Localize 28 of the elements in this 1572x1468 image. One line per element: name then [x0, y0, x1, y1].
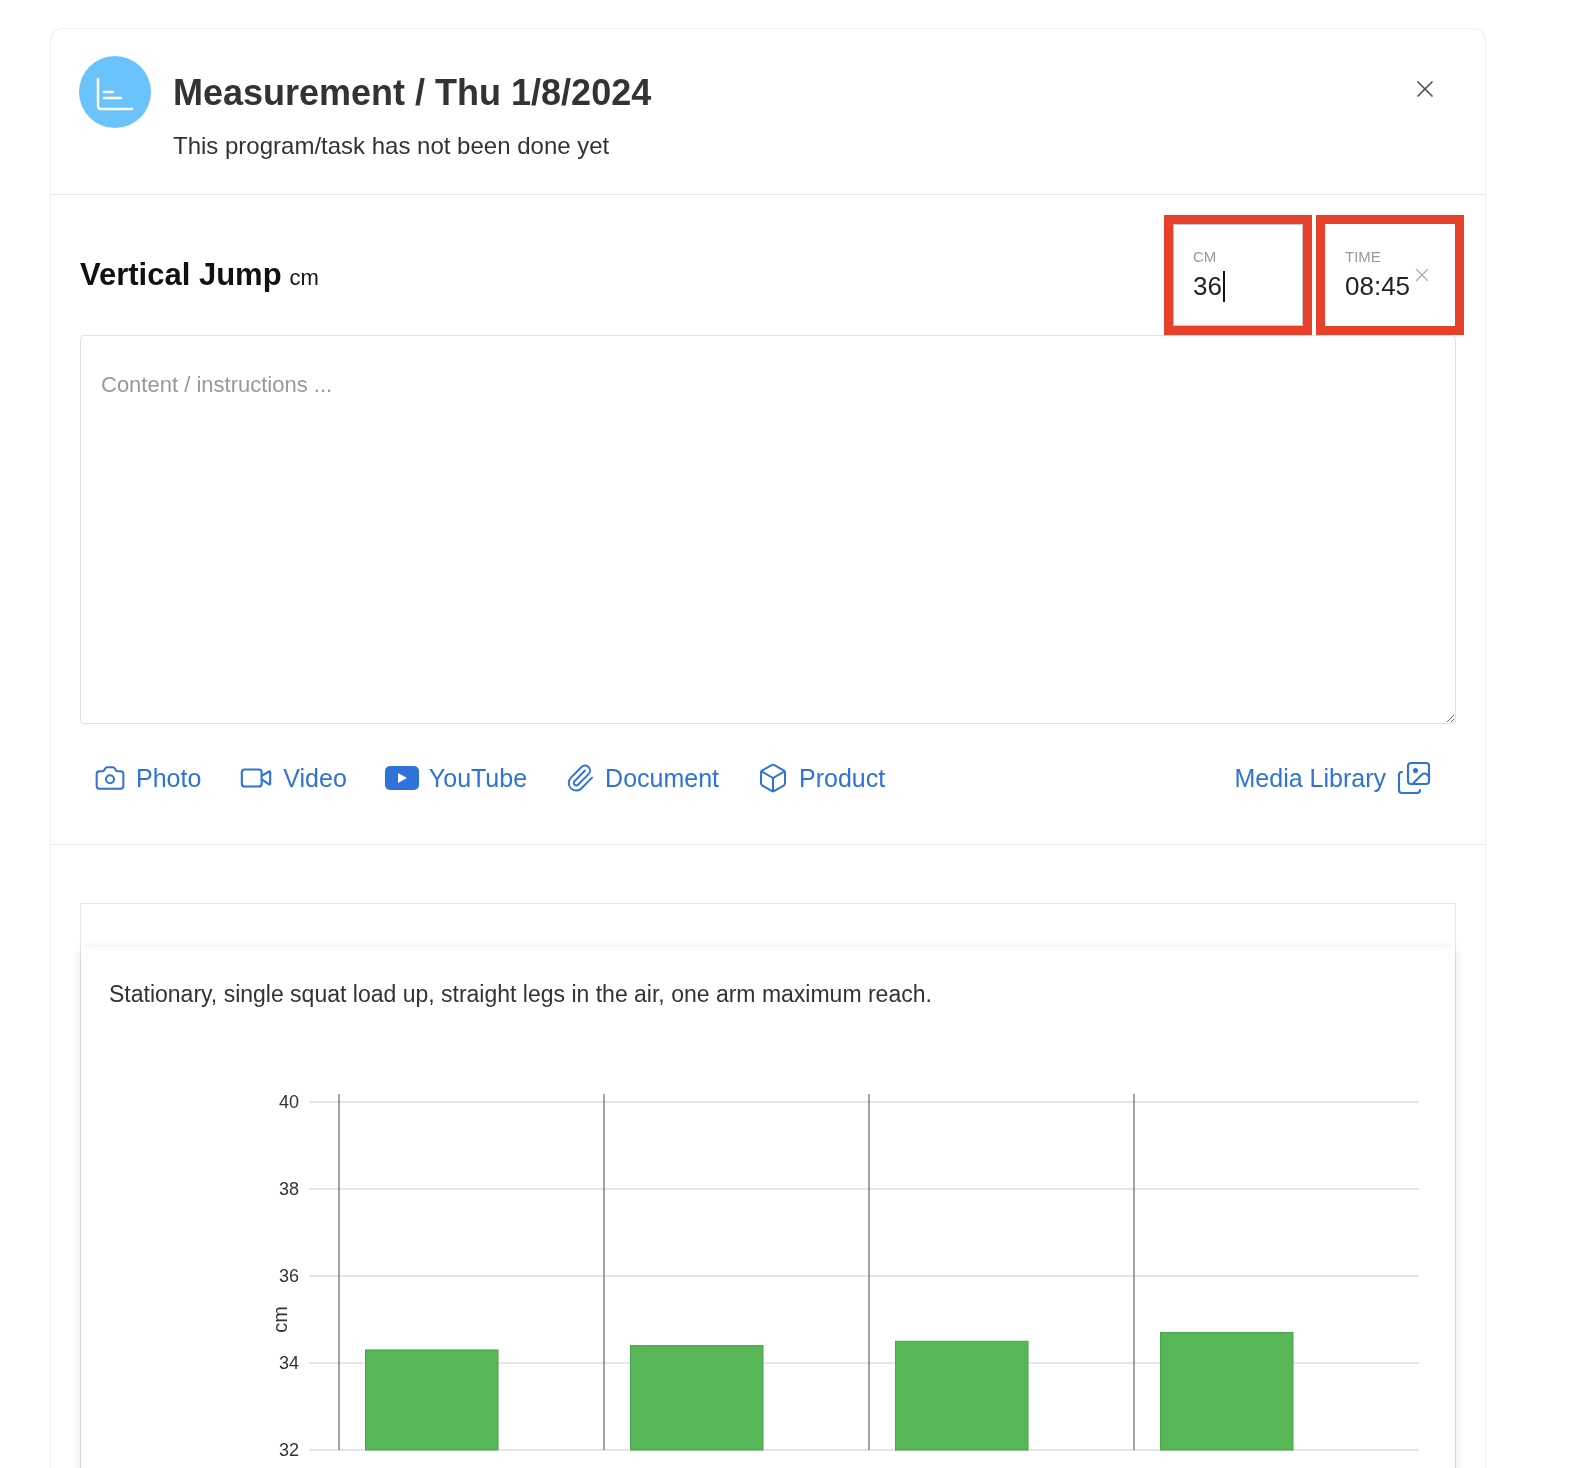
chart-avatar-icon — [79, 56, 151, 128]
field-label: TIME — [1345, 248, 1382, 265]
input-field[interactable]: TIME 08:45 — [1316, 215, 1464, 335]
tick-label: 40 — [278, 1092, 299, 1112]
content-field[interactable]: Content / instructions ... — [80, 335, 1456, 724]
media-button[interactable]: Product — [757, 762, 886, 794]
media-button[interactable]: YouTube — [384, 763, 528, 793]
media-button[interactable]: Video — [239, 761, 347, 795]
media-button[interactable]: Document — [565, 763, 720, 793]
dialog-title: Measurement / Thu 1/8/2024 — [173, 72, 652, 114]
tick-label: 32 — [278, 1440, 299, 1460]
description-text: Stationary, single squat load up, straight legs in the air, one arm maximum reach. — [109, 981, 933, 1008]
unit-label: cm — [289, 265, 319, 290]
field-label: CM — [1193, 248, 1218, 265]
tick-label: 34 — [278, 1353, 299, 1373]
images-icon — [1396, 760, 1432, 796]
media-button[interactable]: Photo — [94, 762, 202, 794]
paperclip-icon — [565, 763, 596, 793]
tick-label: 38 — [278, 1179, 299, 1199]
tick-label: 36 — [278, 1266, 299, 1286]
status-text: This program/task has not been done yet — [173, 132, 611, 160]
axis-title: cm — [269, 1306, 291, 1333]
field-value: 36 — [1193, 271, 1225, 302]
media-library-button[interactable]: Media Library — [1234, 760, 1432, 796]
field-value: 08:45 — [1345, 271, 1412, 302]
exercise-name: Vertical Jump — [80, 257, 282, 292]
input-field[interactable]: CM 36 — [1164, 215, 1312, 335]
play-icon — [384, 766, 419, 790]
